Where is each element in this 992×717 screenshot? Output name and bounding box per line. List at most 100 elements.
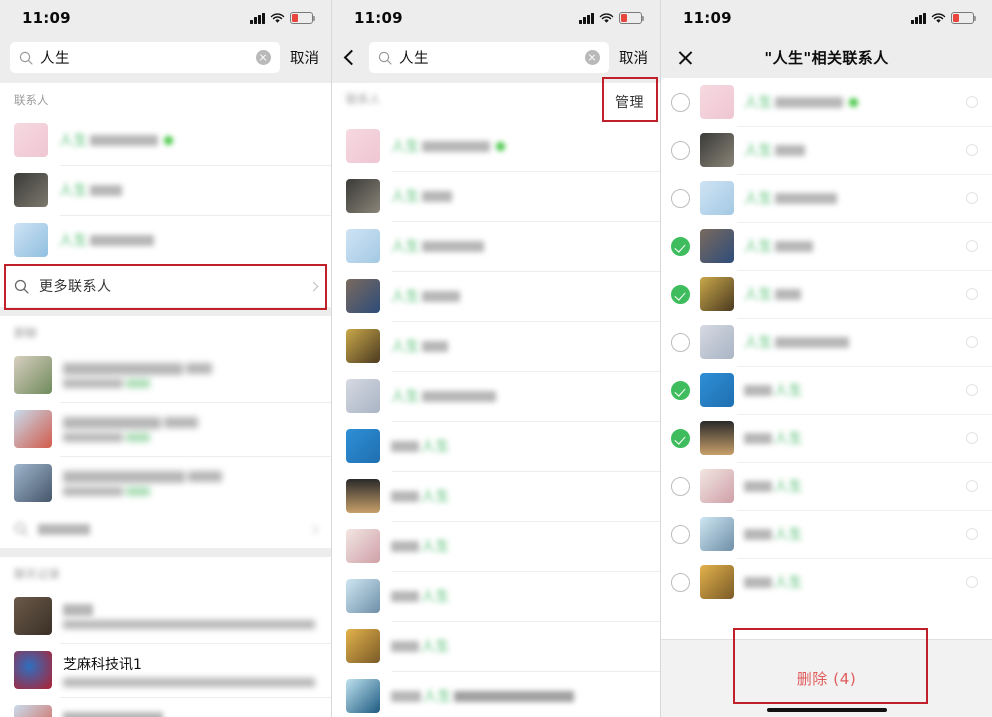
more-contacts-label: 更多联系人 — [39, 279, 112, 295]
avatar — [14, 597, 52, 635]
row-checkbox[interactable] — [671, 380, 690, 400]
delete-button[interactable]: 删除 (4) — [797, 668, 857, 689]
contact-list: 人生 人生 人生 人生 人生 人生 人生 人生 人生 人生 人生 人生 — [332, 121, 660, 717]
row-radio-ghost-icon — [966, 96, 978, 108]
wifi-icon — [270, 12, 285, 23]
chat-title: 芝麻科技讯1 — [63, 656, 142, 673]
clear-circle-icon[interactable] — [585, 50, 600, 65]
avatar — [700, 181, 734, 215]
list-item[interactable]: 人生 — [0, 165, 331, 215]
status-icons — [911, 12, 977, 24]
chat-list-item[interactable] — [0, 589, 331, 643]
table-row[interactable]: 人生 — [661, 558, 992, 606]
screen-multi-select-delete: 11:09 "人生"相关联系人 人生 人生 人生 人生 人生 人生 人生 人生 … — [660, 0, 992, 717]
row-radio-ghost-icon — [966, 192, 978, 204]
list-item[interactable]: 人生 — [332, 221, 660, 271]
row-checkbox[interactable] — [671, 188, 690, 208]
row-checkbox[interactable] — [671, 236, 690, 256]
status-time: 11:09 — [683, 9, 732, 27]
row-checkbox[interactable] — [671, 92, 690, 112]
row-checkbox[interactable] — [671, 332, 690, 352]
search-icon — [14, 522, 28, 536]
row-radio-ghost-icon — [966, 384, 978, 396]
table-row[interactable]: 人生 — [661, 462, 992, 510]
row-radio-ghost-icon — [966, 432, 978, 444]
avatar — [700, 421, 734, 455]
more-groups-label — [38, 521, 90, 537]
list-item[interactable]: 人生 — [332, 171, 660, 221]
avatar — [346, 479, 380, 513]
list-item[interactable]: 人生 — [332, 421, 660, 471]
avatar — [14, 123, 48, 157]
status-bar: 11:09 — [661, 0, 992, 36]
group-list-item[interactable] — [0, 348, 331, 402]
table-row[interactable]: 人生 — [661, 318, 992, 366]
list-item[interactable]: 人生 — [332, 321, 660, 371]
search-icon — [378, 51, 392, 65]
row-checkbox[interactable] — [671, 284, 690, 304]
manage-button[interactable]: 管理 — [615, 92, 644, 112]
group-list-item[interactable] — [0, 456, 331, 510]
list-item[interactable]: 人生 — [332, 471, 660, 521]
list-item[interactable]: 人生 — [332, 371, 660, 421]
chat-list-item[interactable] — [0, 697, 331, 717]
search-input[interactable]: 人生 — [10, 42, 280, 73]
table-row[interactable]: 人生 — [661, 222, 992, 270]
avatar — [700, 85, 734, 119]
contact-name: 人生 — [744, 92, 858, 112]
search-query-text: 人生 — [399, 51, 429, 67]
table-row[interactable]: 人生 — [661, 126, 992, 174]
close-x-icon[interactable] — [677, 49, 694, 66]
table-row[interactable]: 人生 — [661, 78, 992, 126]
row-checkbox[interactable] — [671, 140, 690, 160]
clear-circle-icon[interactable] — [256, 50, 271, 65]
wifi-icon — [599, 12, 614, 23]
row-checkbox[interactable] — [671, 572, 690, 592]
battery-low-icon — [619, 12, 645, 24]
group-info — [63, 362, 212, 388]
avatar — [346, 229, 380, 263]
status-time: 11:09 — [22, 9, 71, 27]
row-checkbox[interactable] — [671, 428, 690, 448]
contact-name: 人生 — [744, 428, 803, 448]
contact-name: 人生 — [391, 336, 448, 356]
avatar — [346, 329, 380, 363]
list-item[interactable]: 人生 — [0, 215, 331, 265]
cancel-button[interactable]: 取消 — [617, 47, 650, 68]
list-item[interactable]: 人生 — [332, 271, 660, 321]
group-list-item[interactable] — [0, 402, 331, 456]
table-row[interactable]: 人生 — [661, 174, 992, 222]
list-item[interactable]: 人生 — [332, 571, 660, 621]
more-contacts-button[interactable]: 更多联系人 — [0, 265, 331, 307]
back-chevron-icon[interactable] — [343, 49, 360, 66]
contact-name: 人生 — [59, 230, 154, 250]
row-radio-ghost-icon — [966, 336, 978, 348]
contact-name: 人生 — [391, 286, 460, 306]
row-checkbox[interactable] — [671, 476, 690, 496]
contact-name: 人生 — [59, 180, 122, 200]
green-dot-icon — [163, 135, 173, 145]
table-row[interactable]: 人生 — [661, 414, 992, 462]
list-item[interactable]: 人生 — [332, 521, 660, 571]
contact-name: 人生 — [391, 186, 452, 206]
more-groups-button[interactable] — [0, 510, 331, 548]
avatar — [346, 679, 380, 713]
chat-list-item[interactable]: 芝麻科技讯1 — [0, 643, 331, 697]
avatar — [14, 173, 48, 207]
avatar — [346, 179, 380, 213]
avatar — [14, 705, 52, 717]
list-item[interactable]: 人生 — [0, 115, 331, 165]
table-row[interactable]: 人生 — [661, 366, 992, 414]
contact-name: 人生 — [391, 136, 505, 156]
avatar — [700, 229, 734, 263]
list-item[interactable]: 人生 — [332, 621, 660, 671]
cancel-button[interactable]: 取消 — [288, 47, 321, 68]
row-checkbox[interactable] — [671, 524, 690, 544]
table-row[interactable]: 人生 — [661, 270, 992, 318]
list-item[interactable]: 人生 — [332, 671, 660, 717]
search-input[interactable]: 人生 — [369, 42, 609, 73]
table-row[interactable]: 人生 — [661, 510, 992, 558]
list-item[interactable]: 人生 — [332, 121, 660, 171]
row-radio-ghost-icon — [966, 480, 978, 492]
contact-name: 人生 — [391, 536, 450, 556]
